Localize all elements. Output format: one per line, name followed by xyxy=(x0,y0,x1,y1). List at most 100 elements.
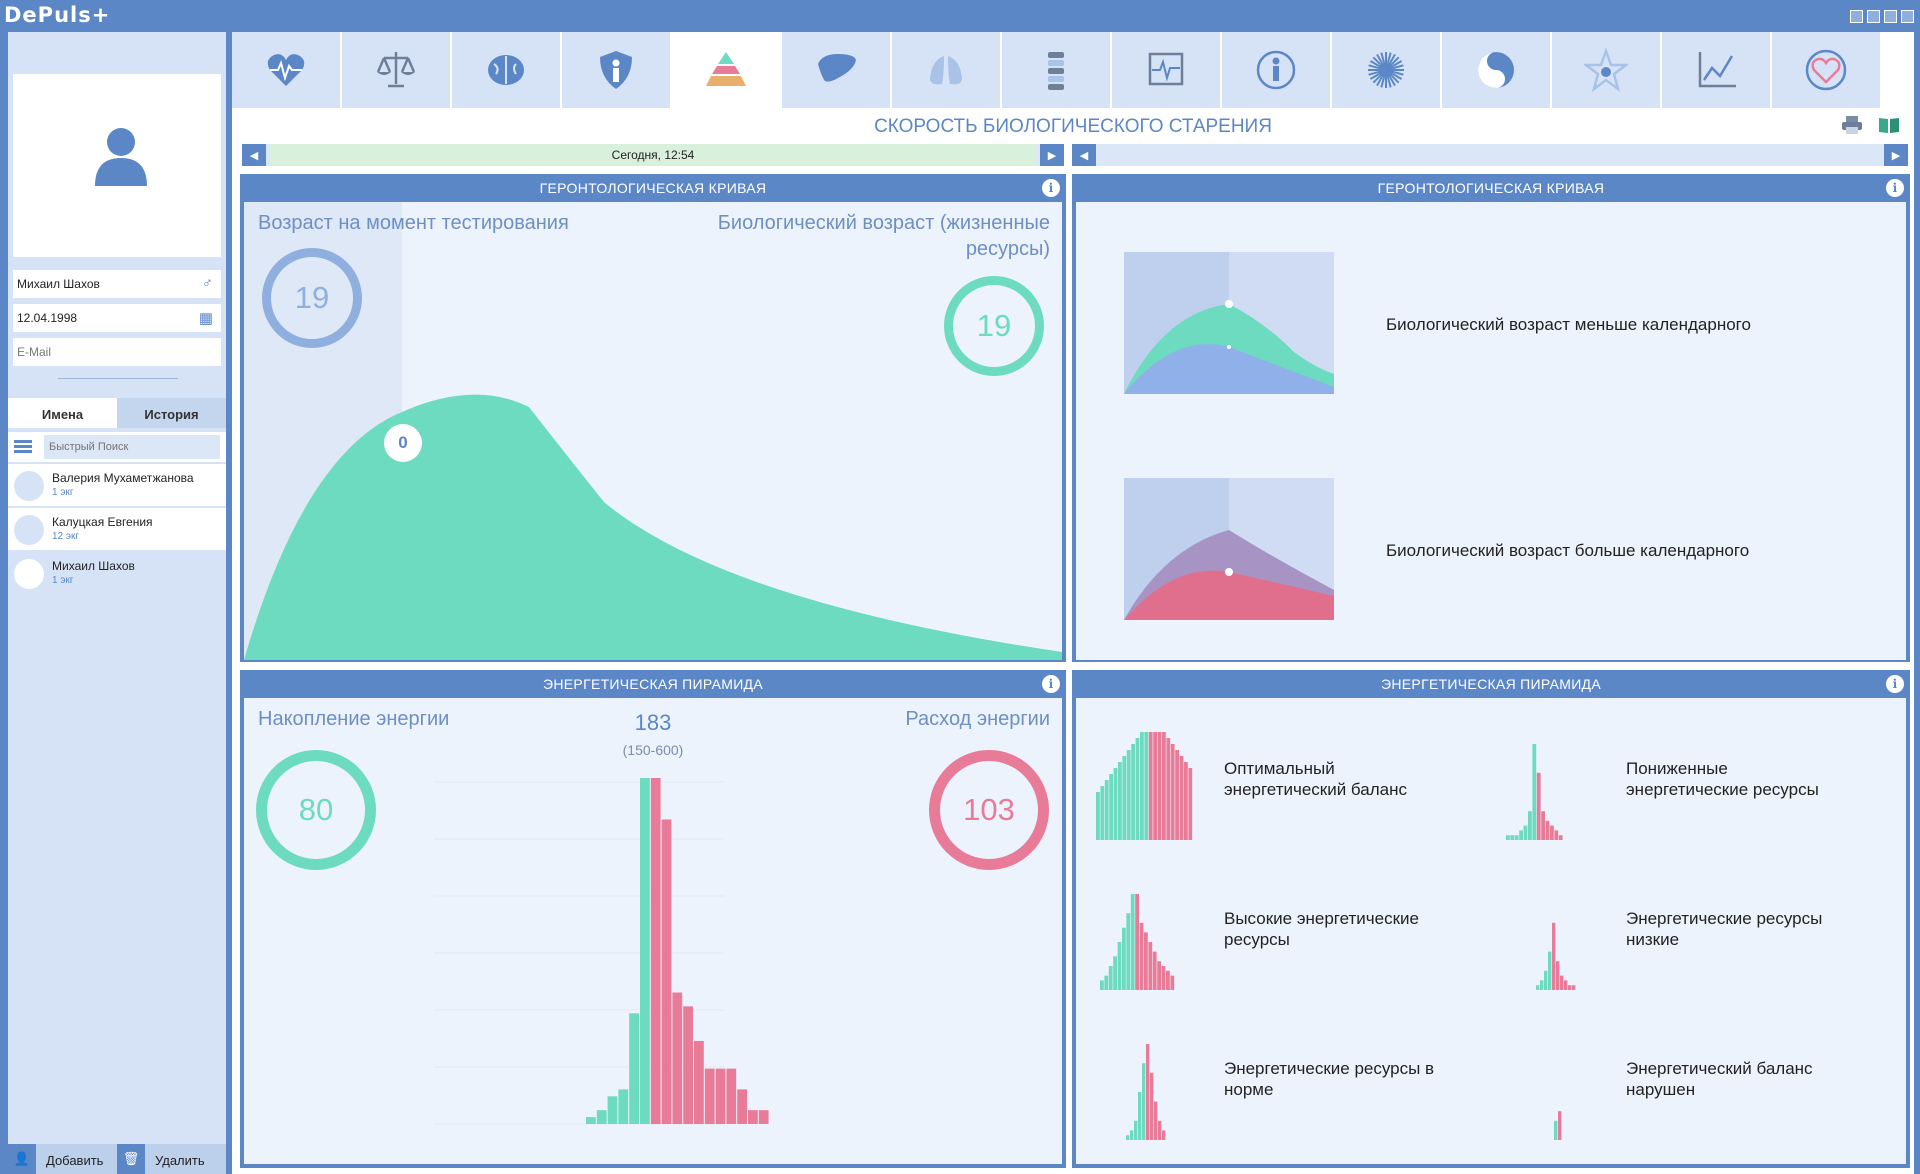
mini-bar xyxy=(1157,732,1162,840)
mini-bar xyxy=(1161,966,1166,990)
avatar xyxy=(14,515,44,545)
toolbar-button-star[interactable] xyxy=(1552,32,1662,108)
tab-history[interactable]: История xyxy=(117,398,226,428)
window-settings-button[interactable] xyxy=(1850,10,1863,23)
search-input[interactable] xyxy=(44,435,220,459)
page-title: СКОРОСТЬ БИОЛОГИЧЕСКОГО СТАРЕНИЯ xyxy=(874,116,1272,137)
low-resources-label-line2: низкие xyxy=(1626,930,1680,949)
next-arrow-icon[interactable]: ▶ xyxy=(1884,144,1908,166)
menu-icon[interactable] xyxy=(14,440,32,455)
toolbar-button-heart[interactable] xyxy=(232,32,342,108)
toolbar-button-yin-yang[interactable] xyxy=(1442,32,1552,108)
bar-expense xyxy=(715,1068,726,1124)
broken-balance-thumbnail xyxy=(1554,1111,1562,1140)
window-controls xyxy=(1850,10,1914,23)
mini-bar xyxy=(1166,970,1170,990)
toolbar-button-brain[interactable] xyxy=(452,32,562,108)
mini-bar xyxy=(1514,835,1519,840)
prev-arrow-icon[interactable]: ◀ xyxy=(242,144,266,166)
title-actions xyxy=(1842,116,1900,134)
ecg-icon xyxy=(1148,52,1184,86)
list-tabs: Имена История xyxy=(8,398,226,428)
add-button[interactable]: 👤 Добавить xyxy=(8,1144,117,1174)
mini-bar xyxy=(1144,932,1148,990)
toolbar-button-heart-circle[interactable] xyxy=(1772,32,1882,108)
patient-list-item[interactable]: Валерия Мухаметжанова 1 экг xyxy=(8,464,226,506)
mini-bar xyxy=(1170,744,1175,840)
mini-bar xyxy=(1146,1044,1150,1140)
delete-button[interactable]: 🗑 Удалить xyxy=(117,1144,226,1174)
trash-icon: 🗑 xyxy=(117,1144,145,1174)
mini-bar xyxy=(1153,732,1157,840)
tab-names[interactable]: Имена xyxy=(8,398,117,428)
patient-photo[interactable] xyxy=(13,74,221,257)
patient-name: Калуцкая Евгения xyxy=(52,515,153,529)
info-icon[interactable]: i xyxy=(1886,675,1904,693)
patient-ecg-count: 1 экг xyxy=(52,487,74,498)
bar-expense xyxy=(748,1110,758,1124)
patient-list-item-selected[interactable]: Михаил Шахов 1 экг xyxy=(8,552,226,594)
print-icon[interactable] xyxy=(1842,116,1862,134)
add-label: Добавить xyxy=(46,1153,104,1168)
window-close-button[interactable] xyxy=(1901,10,1914,23)
mini-bar xyxy=(1179,756,1184,840)
optimal-balance-thumbnail xyxy=(1096,732,1193,840)
male-gender-icon[interactable]: ♂ xyxy=(202,275,213,292)
mini-bar xyxy=(1541,811,1545,840)
gerontology-legend-panel: ГЕРОНТОЛОГИЧЕСКАЯ КРИВАЯ i Биологический… xyxy=(1072,174,1910,662)
bar-expense xyxy=(704,1068,715,1124)
broken-balance-label-line2: нарушен xyxy=(1626,1080,1696,1099)
toolbar-button-ecg[interactable] xyxy=(1112,32,1222,108)
mini-bar xyxy=(1152,951,1157,990)
mini-bar xyxy=(1113,768,1118,840)
bar-expense xyxy=(758,1110,769,1124)
toolbar-button-sun[interactable] xyxy=(1332,32,1442,108)
patient-list-item[interactable]: Калуцкая Евгения 12 экг xyxy=(8,508,226,550)
age-at-test-label: Возраст на момент тестирования xyxy=(258,212,569,234)
mini-bar xyxy=(1544,970,1548,990)
window-maximize-button[interactable] xyxy=(1884,10,1897,23)
info-icon[interactable]: i xyxy=(1042,179,1060,197)
prev-arrow-icon[interactable]: ◀ xyxy=(1072,144,1096,166)
calendar-icon[interactable]: ▦ xyxy=(199,309,213,327)
book-icon[interactable] xyxy=(1878,116,1900,134)
mini-bar xyxy=(1540,980,1544,990)
mini-bar xyxy=(1184,762,1188,840)
reduced-resources-thumbnail xyxy=(1506,744,1563,840)
toolbar-button-spine[interactable] xyxy=(1002,32,1112,108)
collapse-divider[interactable] xyxy=(58,378,178,379)
energy-title-text: ЭНЕРГЕТИЧЕСКАЯ ПИРАМИДА xyxy=(543,676,763,692)
mini-bar xyxy=(1109,774,1113,840)
energy-legend-title-text: ЭНЕРГЕТИЧЕСКАЯ ПИРАМИДА xyxy=(1381,676,1601,692)
toolbar-button-lungs[interactable] xyxy=(892,32,1002,108)
mini-bar xyxy=(1556,961,1560,990)
email-field[interactable]: E-Mail xyxy=(13,338,221,366)
high-resources-label-line1: Высокие энергетические xyxy=(1224,909,1419,928)
gerontology-legend-title-text: ГЕРОНТОЛОГИЧЕСКАЯ КРИВАЯ xyxy=(1377,180,1605,196)
name-field[interactable]: Михаил Шахов ♂ xyxy=(13,270,221,298)
spine-icon xyxy=(1048,52,1064,90)
avatar xyxy=(14,471,44,501)
age-ring: 19 xyxy=(262,248,362,348)
left-date-navigator: ◀ Сегодня, 12:54 ▶ xyxy=(242,144,1064,166)
energy-pyramid-panel: ЭНЕРГЕТИЧЕСКАЯ ПИРАМИДА i Накопление эне… xyxy=(240,670,1066,1168)
toolbar-button-pyramid[interactable] xyxy=(672,32,782,108)
mini-bar xyxy=(1142,1063,1146,1140)
mini-bar xyxy=(1118,762,1122,840)
mini-bar xyxy=(1162,732,1166,840)
info-icon[interactable]: i xyxy=(1886,179,1904,197)
mini-bar xyxy=(1158,1120,1162,1140)
next-arrow-icon[interactable]: ▶ xyxy=(1040,144,1064,166)
mini-bar xyxy=(1131,744,1135,840)
gerontology-curve xyxy=(244,394,1062,660)
birthdate-field[interactable]: 12.04.1998 ▦ xyxy=(13,304,221,332)
toolbar-button-shield[interactable] xyxy=(562,32,672,108)
info-icon[interactable]: i xyxy=(1042,675,1060,693)
window-minimize-button[interactable] xyxy=(1867,10,1880,23)
toolbar-button-scales[interactable] xyxy=(342,32,452,108)
toolbar-button-chart[interactable] xyxy=(1662,32,1772,108)
toolbar-button-liver[interactable] xyxy=(782,32,892,108)
toolbar-button-body[interactable] xyxy=(1222,32,1332,108)
mini-bar xyxy=(1150,1072,1154,1140)
bar-expense xyxy=(661,819,672,1124)
